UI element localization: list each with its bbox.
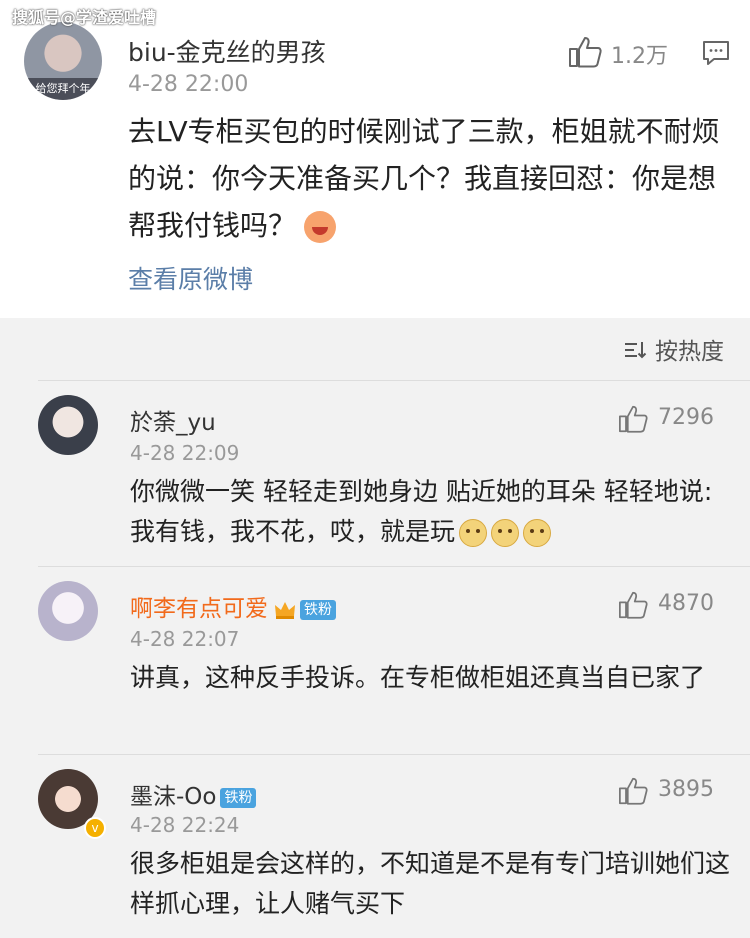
comment-text-content: 你微微一笑 轻轻走到她身边 贴近她的耳朵 轻轻地说:我有钱，我不花，哎，就是玩 xyxy=(130,477,713,546)
sort-label: 按热度 xyxy=(655,339,724,365)
comment-text: 很多柜姐是会这样的，不知道是不是有专门培训她们这样抓心理，让人赌气买下 xyxy=(130,849,731,918)
post-text: 去LV专柜买包的时候刚试了三款，柜姐就不耐烦的说：你今天准备买几个？我直接回怼：… xyxy=(128,108,728,249)
fan-badge: 铁粉 xyxy=(220,787,257,808)
comment-text: 讲真，这种反手投诉。在专柜做柜姐还真当自已家了 xyxy=(130,663,706,692)
thumbs-up-icon[interactable] xyxy=(618,405,648,437)
comment-item: v 墨沫-Oo 铁粉 4-28 22:24 3895 很多柜姐是会这样的，不知道是… xyxy=(38,754,750,938)
comment-like-count: 4870 xyxy=(658,591,714,616)
doge-emoji-icon xyxy=(523,519,552,547)
avatar-caption: 给您拜个年 xyxy=(24,78,102,100)
comment-item: 於荼_yu 4-28 22:09 7296 你微微一笑 轻轻走到她身边 贴近她的… xyxy=(38,380,750,565)
thumbs-up-icon[interactable] xyxy=(618,591,648,623)
comment-username[interactable]: 啊李有点可爱 铁粉 xyxy=(130,589,336,623)
doge-emoji-icon xyxy=(491,519,520,547)
comment-username[interactable]: 墨沫-Oo 铁粉 xyxy=(130,777,257,811)
thumbs-up-icon[interactable] xyxy=(618,777,648,809)
doge-emoji-icon xyxy=(459,519,488,547)
crown-icon xyxy=(274,600,296,620)
watermark: 搜狐号@学渣爱吐槽 xyxy=(12,8,157,27)
comment-like-count: 3895 xyxy=(658,777,714,802)
post-text-content: 去LV专柜买包的时候刚试了三款，柜姐就不耐烦的说：你今天准备买几个？我直接回怼：… xyxy=(128,115,720,242)
comment-text: 你微微一笑 轻轻走到她身边 贴近她的耳朵 轻轻地说:我有钱，我不花，哎，就是玩 xyxy=(130,472,730,552)
comment-item: 啊李有点可爱 铁粉 4-28 22:07 4870 讲真，这种反手投诉。在专柜做柜… xyxy=(38,566,750,753)
avatar[interactable] xyxy=(38,395,98,455)
view-original-link[interactable]: 查看原微博 xyxy=(128,260,253,296)
sort-icon xyxy=(623,340,647,366)
comment-icon[interactable] xyxy=(702,40,730,70)
comment-time: 4-28 22:07 xyxy=(130,627,240,651)
avatar[interactable]: 给您拜个年 xyxy=(24,22,102,100)
comment-time: 4-28 22:09 xyxy=(130,441,240,465)
post-like-count: 1.2万 xyxy=(611,44,668,69)
post-time: 4-28 22:00 xyxy=(128,72,249,97)
sort-by-popularity[interactable]: 按热度 xyxy=(623,332,724,366)
laugh-emoji-icon xyxy=(304,211,337,243)
verified-icon: v xyxy=(84,817,106,839)
avatar[interactable] xyxy=(38,581,98,641)
main-post: 给您拜个年 biu-金克丝的男孩 4-28 22:00 1.2万 去LV专柜买包… xyxy=(0,0,750,318)
thumbs-up-icon[interactable] xyxy=(568,36,602,72)
comment-time: 4-28 22:24 xyxy=(130,813,240,837)
comment-username[interactable]: 於荼_yu xyxy=(130,403,216,437)
comment-username-text: 啊李有点可爱 xyxy=(130,596,268,622)
comment-like-count: 7296 xyxy=(658,405,714,430)
comment-username-text: 墨沫-Oo xyxy=(130,784,217,810)
post-username[interactable]: biu-金克丝的男孩 xyxy=(128,33,326,69)
fan-badge: 铁粉 xyxy=(300,599,336,620)
